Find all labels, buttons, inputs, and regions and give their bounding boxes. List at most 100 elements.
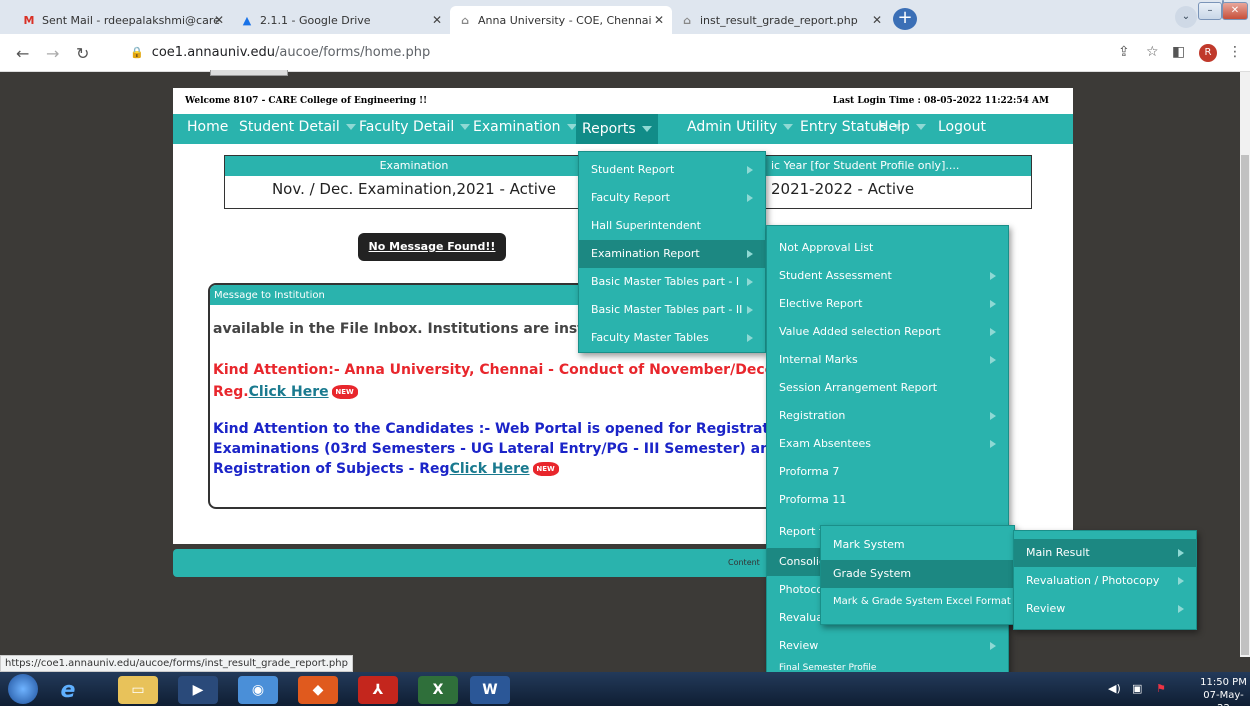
main-menubar: Home Student Detail Faculty Detail Exami… (173, 114, 1073, 144)
menu-item-faculty-master[interactable]: Faculty Master Tables (579, 324, 765, 352)
office-icon[interactable]: ◆ (298, 676, 338, 704)
chevron-right-icon (990, 272, 996, 280)
reload-icon[interactable]: ↻ (76, 44, 89, 63)
clock-date: 07-May-22 (1203, 690, 1244, 706)
internet-explorer-icon[interactable]: e (48, 676, 88, 704)
taskbar-clock[interactable]: 11:50 PM 07-May-22 (1197, 676, 1250, 706)
menu-student-detail[interactable]: Student Detail (239, 119, 356, 135)
welcome-text: Welcome 8107 - CARE College of Engineeri… (185, 96, 428, 106)
result-submenu: Main Result Revaluation / Photocopy Revi… (1013, 530, 1197, 630)
network-icon[interactable]: ▣ (1132, 682, 1142, 695)
menu-home[interactable]: Home (187, 119, 228, 135)
menu-item-examination-report[interactable]: Examination Report (579, 240, 765, 268)
menu-examination[interactable]: Examination (473, 119, 577, 135)
chevron-right-icon (747, 278, 753, 286)
minimize-button[interactable]: – (1198, 2, 1222, 20)
chevron-right-icon (1178, 577, 1184, 585)
word-icon[interactable]: W (470, 676, 510, 704)
menu-item-basic-master-1[interactable]: Basic Master Tables part - I (579, 268, 765, 296)
tab-gmail[interactable]: M Sent Mail - rdeepalakshmi@care ✕ (14, 6, 232, 34)
volume-icon[interactable]: ◀) (1108, 682, 1121, 695)
chevron-right-icon (1178, 549, 1184, 557)
menu-reports[interactable]: Reports (576, 114, 658, 144)
menu-item-internal-marks[interactable]: Internal Marks (767, 346, 1008, 374)
system-submenu: Mark System Grade System Mark & Grade Sy… (820, 525, 1015, 625)
google-drive-icon: ▲ (242, 13, 252, 27)
menu-item-elective-report[interactable]: Elective Report (767, 290, 1008, 318)
close-window-button[interactable]: ✕ (1222, 2, 1248, 20)
start-button[interactable] (8, 674, 38, 704)
tab-google-drive[interactable]: ▲ 2.1.1 - Google Drive ✕ (232, 6, 450, 34)
menu-item-not-approval-list[interactable]: Not Approval List (767, 234, 1008, 262)
menu-item-basic-master-2[interactable]: Basic Master Tables part - II (579, 296, 765, 324)
tab-anna-university[interactable]: ⌂ Anna University - COE, Chennai ✕ (450, 6, 672, 34)
menu-item-review[interactable]: Review (767, 632, 1008, 660)
chevron-down-icon (345, 124, 356, 130)
url-host: coe1.annauniv.edu (151, 45, 276, 60)
click-here-link[interactable]: Click Here (249, 384, 329, 400)
reports-dropdown: Student Report Faculty Report Hall Super… (578, 151, 766, 353)
academic-year-header: ic Year [for Student Profile only].... (721, 156, 1031, 176)
menu-item-student-assessment[interactable]: Student Assessment (767, 262, 1008, 290)
gmail-icon: M (23, 13, 35, 27)
close-icon[interactable]: ✕ (654, 13, 664, 27)
tab-title: 2.1.1 - Google Drive (260, 13, 371, 27)
new-tab-button[interactable]: + (893, 8, 917, 30)
menu-admin-utility[interactable]: Admin Utility (687, 119, 794, 135)
menu-item-mark-system[interactable]: Mark System (821, 531, 1014, 559)
chevron-right-icon (990, 412, 996, 420)
status-url: https://coe1.annauniv.edu/aucoe/forms/in… (0, 655, 353, 672)
scrollbar-thumb[interactable] (1241, 155, 1249, 655)
url-field[interactable]: 🔒 coe1.annauniv.edu/aucoe/forms/home.php (130, 45, 430, 60)
click-here-link[interactable]: Click Here (450, 461, 530, 477)
close-icon[interactable]: ✕ (872, 13, 882, 27)
menu-item-hall-superintendent[interactable]: Hall Superintendent (579, 212, 765, 240)
close-icon[interactable]: ✕ (214, 13, 224, 27)
menu-item-result-review[interactable]: Review (1014, 595, 1196, 623)
forward-icon[interactable]: → (46, 44, 59, 63)
tab-title: Sent Mail - rdeepalakshmi@care (42, 13, 220, 27)
menu-logout[interactable]: Logout (938, 119, 986, 135)
menu-item-mark-grade-excel[interactable]: Mark & Grade System Excel Format (821, 588, 1014, 616)
sidepanel-icon[interactable]: ◧ (1172, 44, 1185, 60)
site-icon: ⌂ (683, 13, 691, 27)
chrome-icon[interactable]: ◉ (238, 676, 278, 704)
pdf-reader-icon[interactable]: ⅄ (358, 676, 398, 704)
chevron-right-icon (747, 166, 753, 174)
close-icon[interactable]: ✕ (432, 13, 442, 27)
more-menu-icon[interactable]: ⋮ (1228, 44, 1242, 60)
menu-item-faculty-report[interactable]: Faculty Report (579, 184, 765, 212)
file-explorer-icon[interactable]: ▭ (118, 676, 158, 704)
chevron-right-icon (990, 328, 996, 336)
chevron-down-icon (460, 124, 471, 130)
menu-help[interactable]: Help (878, 119, 926, 135)
menu-item-revaluation-photocopy[interactable]: Revaluation / Photocopy (1014, 567, 1196, 595)
message-line-3: Kind Attention to the Candidates :- Web … (213, 421, 801, 477)
profile-avatar[interactable]: R (1199, 44, 1217, 62)
menu-item-value-added[interactable]: Value Added selection Report (767, 318, 1008, 346)
back-icon[interactable]: ← (16, 44, 29, 63)
menu-faculty-detail[interactable]: Faculty Detail (359, 119, 471, 135)
share-icon[interactable]: ⇪ (1118, 44, 1130, 60)
excel-icon[interactable]: X (418, 676, 458, 704)
menu-item-proforma-7[interactable]: Proforma 7 (767, 458, 1008, 486)
last-login-text: Last Login Time : 08-05-2022 11:22:54 AM (832, 96, 1049, 106)
clock-time: 11:50 PM (1200, 677, 1247, 688)
menu-item-student-report[interactable]: Student Report (579, 156, 765, 184)
no-message-button[interactable]: No Message Found!! (358, 233, 506, 261)
bookmark-star-icon[interactable]: ☆ (1146, 44, 1159, 60)
menu-item-session-arrangement[interactable]: Session Arrangement Report (767, 374, 1008, 402)
menu-item-main-result[interactable]: Main Result (1014, 539, 1196, 567)
menu-item-exam-absentees[interactable]: Exam Absentees (767, 430, 1008, 458)
tab-inst-result[interactable]: ⌂ inst_result_grade_report.php ✕ (672, 6, 890, 34)
action-center-flag-icon[interactable]: ⚑ (1156, 682, 1166, 695)
menu-item-registration[interactable]: Registration (767, 402, 1008, 430)
tab-search-chevron-icon[interactable]: ⌄ (1175, 6, 1197, 28)
menu-item-grade-system[interactable]: Grade System (821, 560, 1014, 588)
tab-title: inst_result_grade_report.php (700, 13, 858, 27)
chevron-right-icon (990, 440, 996, 448)
media-player-icon[interactable]: ▶ (178, 676, 218, 704)
menu-item-proforma-11[interactable]: Proforma 11 (767, 486, 1008, 514)
chevron-down-icon (915, 124, 926, 130)
top-button-stub (210, 70, 288, 76)
